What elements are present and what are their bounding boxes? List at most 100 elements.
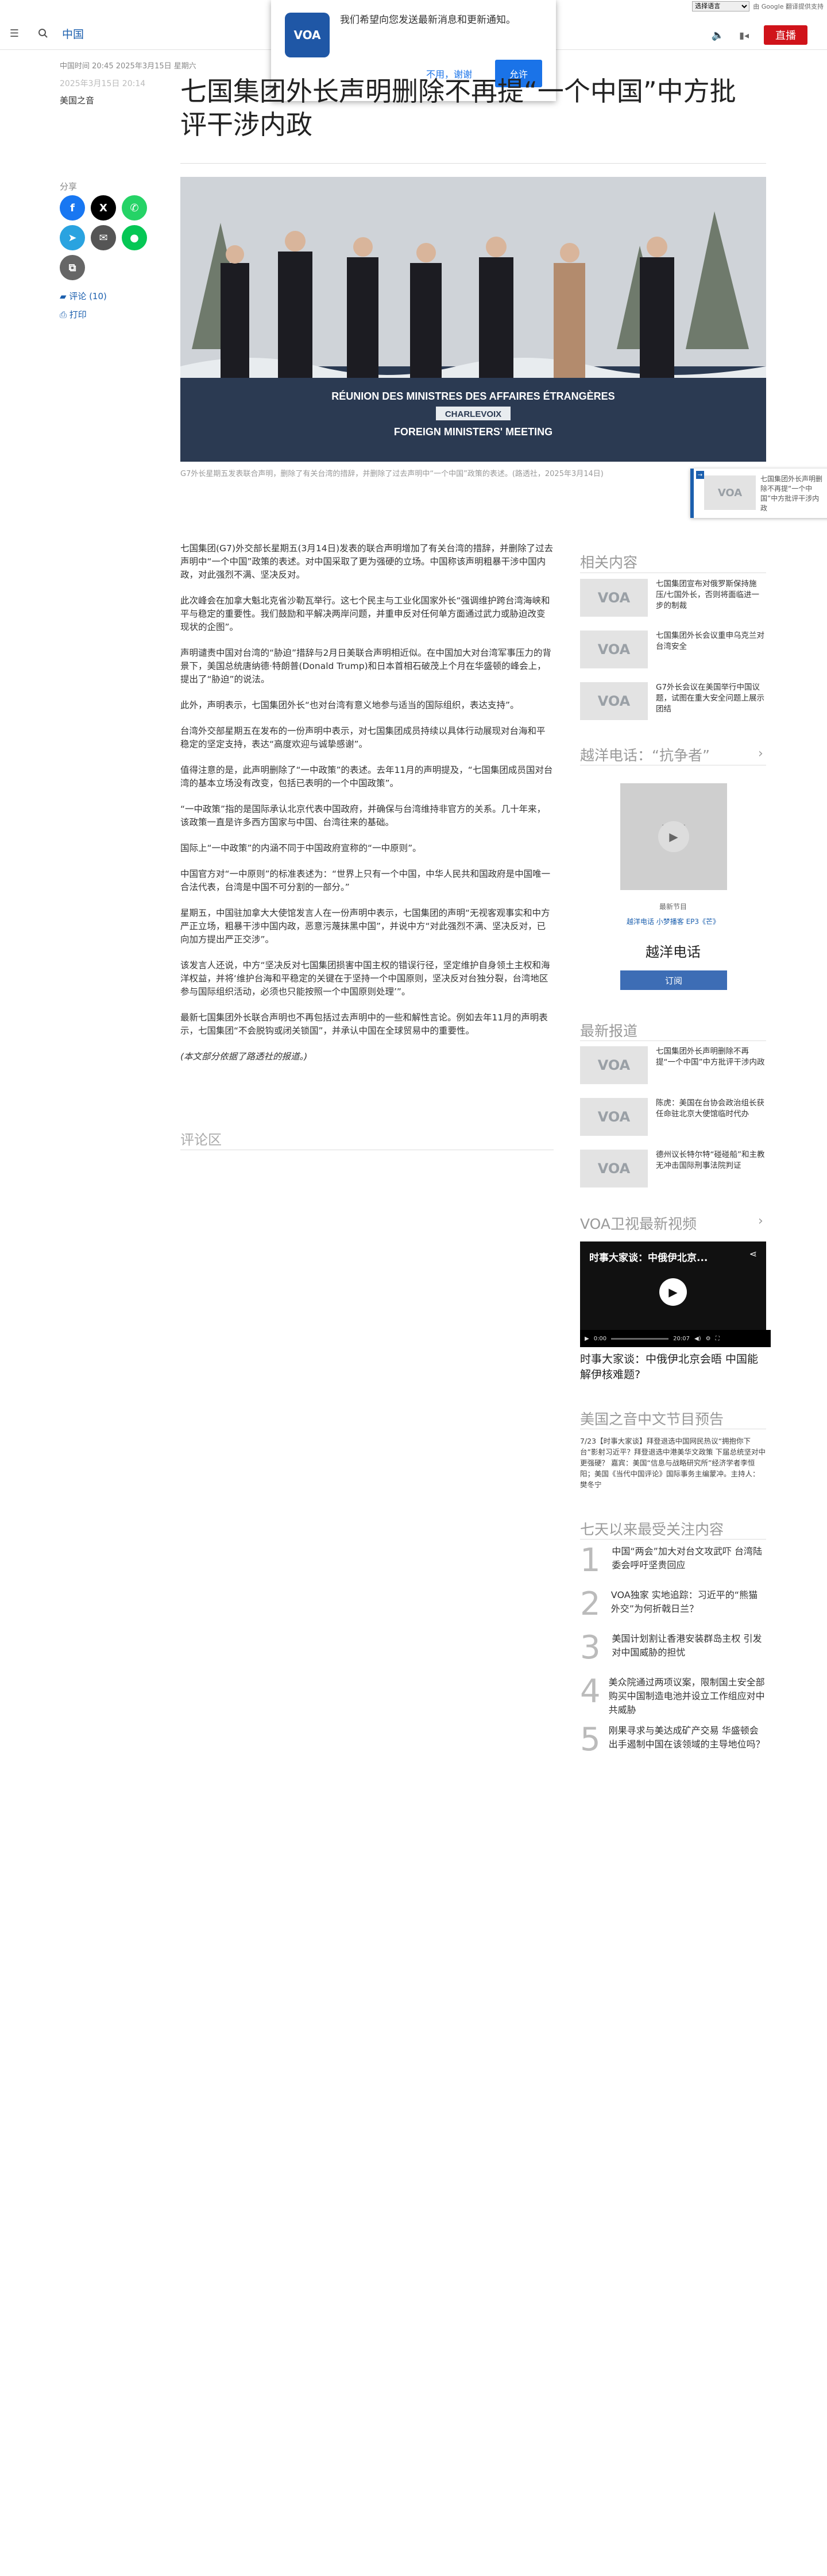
play-icon[interactable]: ▶ (659, 1278, 687, 1306)
publish-date: 2025年3月15日 20:14 (60, 79, 146, 88)
whatsapp-icon[interactable]: ✆ (122, 195, 147, 221)
comments-link[interactable]: ▰ 评论 (10) (60, 290, 107, 302)
top-item-title: 刚果寻求与美达成矿产交易 华盛顿会出手遏制中国在该领域的主导地位吗？ (608, 1725, 765, 1750)
latest-item-title: 德州议长特尔特“碰碰船”和主教无冲击国际刑事法院判证 (656, 1150, 765, 1170)
podcast-title: 越洋电话 (646, 944, 701, 960)
updated-time: 中国时间 20:45 2025年3月15日 星期六 (60, 62, 196, 71)
podcast-heading[interactable]: 越洋电话：“抗争者” (580, 744, 710, 765)
translate-powered-text: 由 Google 翻译提供支持 (753, 3, 824, 10)
voa-thumbnail: VOA (704, 475, 756, 510)
related-item[interactable]: VOA 七国集团外长会议重申乌克兰对台湾安全 (580, 631, 766, 668)
email-icon[interactable]: ✉ (91, 225, 116, 250)
chevron-right-icon[interactable]: › (758, 1214, 763, 1228)
telegram-icon[interactable]: ➤ (60, 225, 85, 250)
video-current-time: 0:00 (593, 1335, 607, 1342)
podcast-links[interactable]: 越洋电话 小梦播客 EP3《芒》 (580, 916, 766, 926)
related-item[interactable]: VOA 七国集团宣布对俄罗斯保持施压/七国外长，否则将面临进一步的制裁 (580, 579, 766, 617)
chevron-right-icon[interactable]: › (758, 747, 763, 761)
top-item[interactable]: 1 中国“两会”加大对台文攻武吓 台湾陆委会呼吁坚贵回应 (580, 1545, 766, 1577)
fullscreen-icon[interactable]: ⛶ (716, 1336, 720, 1342)
preview-heading: 美国之音中文节目预告 (580, 1411, 724, 1428)
live-button[interactable]: 直播 (764, 25, 807, 45)
line-icon[interactable]: ● (122, 225, 147, 250)
top-item[interactable]: 3 美国计划割让香港安装群岛主权 引发对中国威胁的担忧 (580, 1632, 766, 1664)
paragraph: 国际上“一中政策”的内涵不同于中国政府宣称的“一中原则”。 (180, 843, 422, 853)
volume-icon[interactable]: ◀) (694, 1336, 701, 1342)
photo-banner-line1: RÉUNION DES MINISTRES DES AFFAIRES ÉTRAN… (331, 390, 615, 402)
print-link[interactable]: ⎙ 打印 (60, 308, 87, 320)
video-icon[interactable]: ▮◂ (739, 30, 749, 41)
author[interactable]: 美国之音 (60, 94, 94, 106)
copy-link-icon[interactable]: ⧉ (60, 255, 85, 280)
share-label: 分享 (60, 181, 78, 192)
settings-icon[interactable]: ⚙ (706, 1336, 711, 1342)
latest-item[interactable]: VOA 七国集团外长声明删除不再提“一个中国”中方批评干涉内政 (580, 1046, 766, 1084)
comments-heading: 评论区 (180, 1132, 222, 1148)
latest-item[interactable]: VOA 陈虎：美国在台协会政治组长获任命驻北京大使馆临时代办 (580, 1098, 766, 1136)
video-heading[interactable]: VOA卫视最新视频 (580, 1213, 697, 1233)
play-icon[interactable]: ▶ (658, 821, 689, 852)
subscribe-button[interactable]: 订阅 (620, 970, 727, 990)
video-progress-bar[interactable] (611, 1337, 669, 1340)
top-item[interactable]: 4 美众院通过两项议案，限制国土安全部购买中国制造电池并设立工作组应对中共威胁 (580, 1676, 766, 1717)
x-twitter-icon[interactable]: X (91, 195, 116, 221)
facebook-icon[interactable]: f (60, 195, 85, 221)
video-overlay-title: 时事大家谈：中俄伊北京... (589, 1252, 708, 1264)
audio-icon[interactable]: 🔈 (712, 29, 724, 41)
article-body: 七国集团(G7)外交部长星期五(3月14日)发表的联合声明增加了有关台湾的措辞，… (180, 542, 554, 1076)
top-item-title: 美国计划割让香港安装群岛主权 引发对中国威胁的担忧 (612, 1633, 762, 1658)
rank-number: 2 (580, 1585, 601, 1623)
related-item[interactable]: VOA G7外长会议在美国举行中国议题，试图在重大安全问题上展示团结 (580, 682, 766, 720)
play-small-icon[interactable]: ▶ (585, 1336, 589, 1342)
paragraph: 声明谴责中国对台湾的“胁迫”措辞与2月日美联合声明相近似。在中国加大对台湾军事压… (180, 648, 551, 684)
top-item[interactable]: 5 刚果寻求与美达成矿产交易 华盛顿会出手遏制中国在该领域的主导地位吗？ (580, 1724, 766, 1756)
paragraph: 台湾外交部星期五在发布的一份声明中表示，对七国集团成员持续以具体行动展现对台海和… (180, 726, 546, 749)
page-title: 七国集团外长声明删除不再提“一个中国”中方批评干涉内政 (180, 76, 736, 140)
video-player[interactable]: 时事大家谈：中俄伊北京... ⋖ ▶ ▶ 0:00 20:07 ◀) ⚙ ⛶ (580, 1241, 771, 1347)
top-item-title: VOA独家 实地追踪：习近平的“熊猫外交”为何折戟日兰？ (610, 1589, 758, 1614)
menu-icon[interactable]: ☰ (0, 17, 29, 49)
language-select[interactable]: 选择语言 (692, 1, 750, 11)
photo-caption: G7外长星期五发表联合声明，删除了有关台湾的措辞，并删除了过去声明中“一个中国”… (180, 470, 604, 478)
top-heading: 七天以来最受关注内容 (580, 1521, 724, 1538)
share-icon[interactable]: ⋖ (749, 1248, 757, 1259)
voa-thumbnail: VOA (580, 579, 648, 617)
voa-thumbnail: VOA (580, 682, 648, 720)
paragraph: 最新七国集团外长联合声明也不再包括过去声明中的一些和解性言论。例如去年11月的声… (180, 1012, 548, 1036)
top-item[interactable]: 2 VOA独家 实地追踪：习近平的“熊猫外交”为何折戟日兰？ (580, 1588, 766, 1620)
floating-article-title: 七国集团外长声明删除不再提“一个中国”中方批评干涉内政 (760, 475, 823, 512)
video-title[interactable]: 时事大家谈：中俄伊北京会晤 中国能解伊核难题? (580, 1352, 766, 1383)
podcast-cover[interactable]: V ▶ (620, 783, 727, 890)
video-duration: 20:07 (673, 1335, 690, 1342)
voa-thumbnail: VOA (580, 1150, 648, 1188)
paragraph: “一中政策”指的是国际承认北京代表中国政府，并确保与台湾维持非官方的关系。几十年… (180, 804, 546, 827)
paragraph: 该发言人还说，中方“坚决反对七国集团损害中国主权的错误行径，坚定维护自身领土主权… (180, 960, 550, 997)
arrow-right-icon[interactable]: → (696, 471, 704, 479)
floating-next-article[interactable]: → VOA 七国集团外长声明删除不再提“一个中国”中方批评干涉内政 (690, 469, 827, 518)
latest-heading: 最新报道 (580, 1023, 638, 1039)
paragraph: 七国集团(G7)外交部长星期五(3月14日)发表的联合声明增加了有关台湾的措辞，… (180, 543, 554, 580)
latest-item-title: 陈虎：美国在台协会政治组长获任命驻北京大使馆临时代办 (656, 1099, 764, 1119)
voa-thumbnail: VOA (580, 1098, 648, 1136)
latest-item-title: 七国集团外长声明删除不再提“一个中国”中方批评干涉内政 (656, 1047, 765, 1067)
paragraph: 星期五，中国驻加拿大大使馆发言人在一份声明中表示，七国集团的声明“无视客观事实和… (180, 908, 550, 945)
notification-message: 我们希望向您发送最新消息和更新通知。 (340, 14, 516, 26)
preview-text: 7/23【时事大家谈】拜登退选中国网民热议“拥抱你下台”影射习近平？拜登退选中港… (580, 1437, 766, 1489)
title-divider (180, 163, 766, 164)
related-item-title: 七国集团外长会议重申乌克兰对台湾安全 (656, 631, 764, 651)
photo-banner-line3: FOREIGN MINISTERS' MEETING (394, 426, 552, 438)
voa-logo: VOA (285, 13, 330, 57)
paragraph: 此外，声明表示，七国集团外长“也对台湾有意义地参与适当的国际组织，表达支持”。 (180, 700, 519, 710)
top-item-title: 中国“两会”加大对台文攻武吓 台湾陆委会呼吁坚贵回应 (612, 1546, 763, 1571)
comment-icon: ▰ (60, 291, 69, 301)
rank-number: 3 (580, 1629, 601, 1666)
related-item-title: 七国集团宣布对俄罗斯保持施压/七国外长，否则将面临进一步的制裁 (656, 579, 760, 610)
rank-number: 5 (580, 1721, 601, 1758)
rank-number: 4 (580, 1673, 601, 1710)
latest-item[interactable]: VOA 德州议长特尔特“碰碰船”和主教无冲击国际刑事法院判证 (580, 1150, 766, 1188)
top-item-title: 美众院通过两项议案，限制国土安全部购买中国制造电池并设立工作组应对中共威胁 (608, 1677, 765, 1715)
search-icon[interactable] (29, 17, 57, 49)
paragraph: 值得注意的是，此声明删除了“一中政策”的表述。去年11月的声明提及，“七国集团成… (180, 765, 553, 788)
site-brand-link[interactable]: 中国 (62, 26, 84, 41)
translate-bar: 选择语言 由 Google 翻译提供支持 (692, 1, 824, 11)
